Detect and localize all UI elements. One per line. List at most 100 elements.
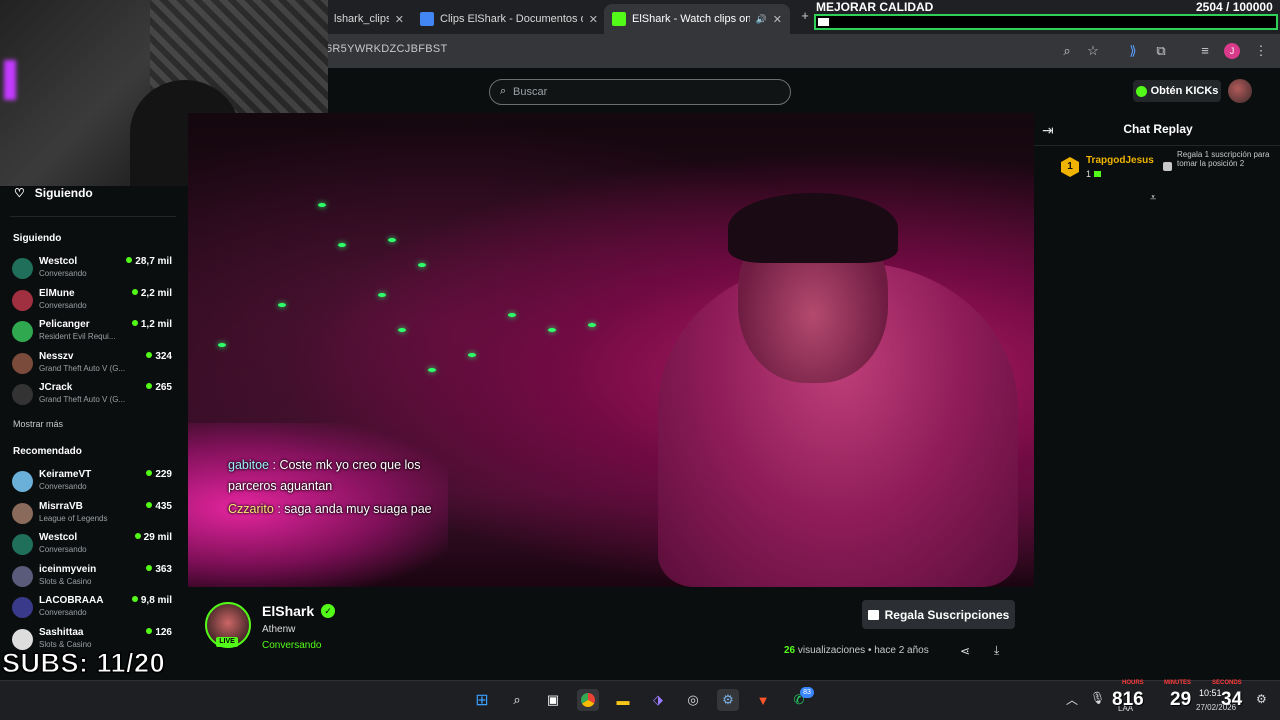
sidebar-channel-keiramevt[interactable]: KeirameVT Conversando 229 bbox=[12, 467, 176, 497]
channel-category: Conversando bbox=[39, 545, 87, 555]
sidebar-channel-lacobraaa[interactable]: LACOBRAAA Conversando 9,8 mil bbox=[12, 593, 176, 623]
sidebar-channel-misrravb[interactable]: MisrraVB League of Legends 435 bbox=[12, 499, 176, 529]
gift-subscriptions-button[interactable]: Regala Suscripciones bbox=[862, 600, 1015, 629]
party-light bbox=[588, 323, 596, 327]
channel-category: Conversando bbox=[39, 482, 87, 491]
viewer-count: 1,2 mil bbox=[131, 319, 172, 330]
clock-date[interactable]: 27/02/2026 bbox=[1196, 703, 1236, 712]
pinned-count-value: 1 bbox=[1086, 169, 1092, 179]
sidebar-channel-westcol[interactable]: Westcol Conversando 28,7 mil bbox=[12, 254, 176, 284]
streamer-name[interactable]: ElShark bbox=[262, 603, 314, 619]
share-icon[interactable]: ⋖ bbox=[960, 644, 970, 658]
sidebar-channel-elmune[interactable]: ElMune Conversando 2,2 mil bbox=[12, 286, 176, 316]
channel-name: iceinmyvein bbox=[39, 563, 97, 575]
file-explorer-icon[interactable]: ▬ bbox=[612, 689, 634, 711]
clip-title: Athenw bbox=[262, 624, 296, 635]
pinned-gift-leaderboard[interactable]: 1 TrapgodJesus 1 Regala 1 suscripción pa… bbox=[1058, 150, 1278, 190]
star-icon[interactable]: ☆ bbox=[1084, 42, 1102, 60]
profile-avatar-icon[interactable]: J bbox=[1224, 43, 1240, 59]
app-icon[interactable]: ⬗ bbox=[647, 689, 669, 711]
clock-time[interactable]: 10:51 bbox=[1199, 688, 1222, 698]
sidebar-channel-pelicanger[interactable]: Pelicanger Resident Evil Requi... 1,2 mil bbox=[12, 317, 176, 347]
rank-badge: 1 bbox=[1061, 157, 1079, 177]
party-light bbox=[388, 238, 396, 242]
get-kicks-label: Obtén KICKs bbox=[1150, 85, 1219, 97]
extension-cast-icon[interactable]: ⟫ bbox=[1124, 42, 1142, 60]
speaker-icon[interactable]: 🔊 bbox=[756, 14, 767, 25]
zoom-icon[interactable]: ⌕ bbox=[1058, 42, 1076, 60]
viewer-count: 265 bbox=[146, 382, 172, 393]
sidebar-channel-iceinmyvein[interactable]: iceinmyvein Slots & Casino 363 bbox=[12, 562, 176, 592]
timer-minutes: 29 bbox=[1170, 689, 1192, 710]
live-dot-icon bbox=[146, 470, 153, 476]
chrome-icon[interactable] bbox=[577, 689, 599, 711]
media-icon[interactable]: ≡ bbox=[1196, 42, 1214, 60]
divider bbox=[10, 216, 176, 217]
live-dot-icon bbox=[146, 501, 153, 508]
clip-category[interactable]: Conversando bbox=[262, 640, 321, 651]
views-count: 26 bbox=[784, 645, 796, 656]
video-player[interactable]: gabitoe : Coste mk yo creo que los parce… bbox=[188, 113, 1034, 587]
show-more-link[interactable]: Mostrar más bbox=[13, 419, 63, 429]
close-icon[interactable]: ✕ bbox=[395, 13, 404, 26]
user-avatar[interactable] bbox=[1228, 79, 1252, 103]
pinned-count: 1 bbox=[1086, 169, 1102, 179]
live-badge: LIVE bbox=[216, 637, 238, 647]
tab-2[interactable]: Clips ElShark - Documentos de ✕ bbox=[412, 4, 606, 34]
views-info: 26 visualizaciones • hace 2 años bbox=[784, 645, 929, 656]
tab-1[interactable]: lshark_clips) ✕ bbox=[326, 4, 412, 34]
search-input[interactable]: ⌕ Buscar bbox=[489, 79, 791, 105]
viewer-count: 126 bbox=[146, 627, 172, 638]
party-light bbox=[418, 263, 426, 267]
search-icon[interactable]: ⌕ bbox=[506, 689, 528, 711]
verified-icon: ✓ bbox=[321, 604, 335, 618]
viewer-count-value: 9,8 mil bbox=[140, 595, 172, 607]
sidebar-channel-nesszv[interactable]: Nesszv Grand Theft Auto V (G... 324 bbox=[12, 349, 176, 379]
channel-avatar bbox=[12, 384, 33, 406]
windows-start-icon[interactable]: ⊞ bbox=[471, 689, 493, 711]
viewer-count: 29 mil bbox=[134, 532, 172, 543]
task-view-icon[interactable]: ▣ bbox=[542, 689, 564, 711]
menu-icon[interactable]: ⋮ bbox=[1252, 42, 1270, 60]
steam-icon[interactable]: ⚙ bbox=[717, 689, 739, 711]
brave-icon[interactable]: ▼ bbox=[752, 689, 774, 711]
following-section-title: Siguiendo bbox=[13, 233, 62, 244]
sidebar-following-header[interactable]: ♡ Siguiendo bbox=[14, 186, 93, 200]
download-icon[interactable]: ⤓ bbox=[994, 643, 999, 658]
party-light bbox=[318, 203, 326, 207]
url-text[interactable]: 6R5YWRKDZCJBFBST bbox=[326, 43, 448, 55]
channel-avatar bbox=[12, 258, 33, 279]
obs-icon[interactable]: ◎ bbox=[682, 689, 704, 711]
divider bbox=[1034, 145, 1280, 146]
collapse-chat-icon[interactable]: ⇥ bbox=[1042, 122, 1054, 139]
tab-3-active[interactable]: ElShark - Watch clips on Kic 🔊 ✕ bbox=[604, 4, 790, 34]
channel-avatar bbox=[12, 597, 33, 619]
channel-avatar bbox=[12, 471, 33, 492]
sidebar-channel-westcol[interactable]: Westcol Conversando 29 mil bbox=[12, 530, 176, 560]
puzzle-icon[interactable]: ⧉ bbox=[1152, 42, 1170, 60]
party-light bbox=[508, 313, 516, 317]
sidebar-channel-jcrack[interactable]: JCrack Grand Theft Auto V (G... 265 bbox=[12, 380, 176, 410]
new-tab-icon[interactable]: + bbox=[796, 7, 814, 25]
pinned-text: Regala 1 suscripción para tomar la posic… bbox=[1177, 150, 1270, 168]
chat-username: gabitoe bbox=[228, 458, 270, 472]
chat-replay-title: Chat Replay bbox=[1123, 122, 1193, 136]
microphone-icon[interactable]: 🎙 bbox=[1090, 691, 1105, 705]
channel-avatar bbox=[12, 534, 33, 556]
channel-avatar bbox=[12, 289, 33, 311]
viewer-count-value: 2,2 mil bbox=[140, 287, 172, 299]
close-icon[interactable]: ✕ bbox=[589, 13, 598, 26]
kick-icon bbox=[612, 12, 626, 26]
expand-chevron-icon[interactable]: ⩡ bbox=[1150, 192, 1156, 205]
channel-name: Pelicanger bbox=[39, 319, 90, 331]
viewer-count: 28,7 mil bbox=[126, 256, 172, 267]
close-icon[interactable]: ✕ bbox=[773, 13, 782, 26]
channel-name: KeirameVT bbox=[39, 469, 92, 480]
notification-bell-icon[interactable]: ⚙ bbox=[1256, 692, 1267, 706]
live-dot-icon bbox=[146, 383, 153, 390]
following-header-label: Siguiendo bbox=[34, 186, 93, 200]
tray-chevron-icon[interactable]: ︿ bbox=[1066, 691, 1078, 708]
timer-hours-label: HOURS bbox=[1122, 680, 1144, 686]
viewer-count-value: 229 bbox=[155, 469, 172, 480]
get-kicks-button[interactable]: Obtén KICKs bbox=[1133, 80, 1221, 102]
